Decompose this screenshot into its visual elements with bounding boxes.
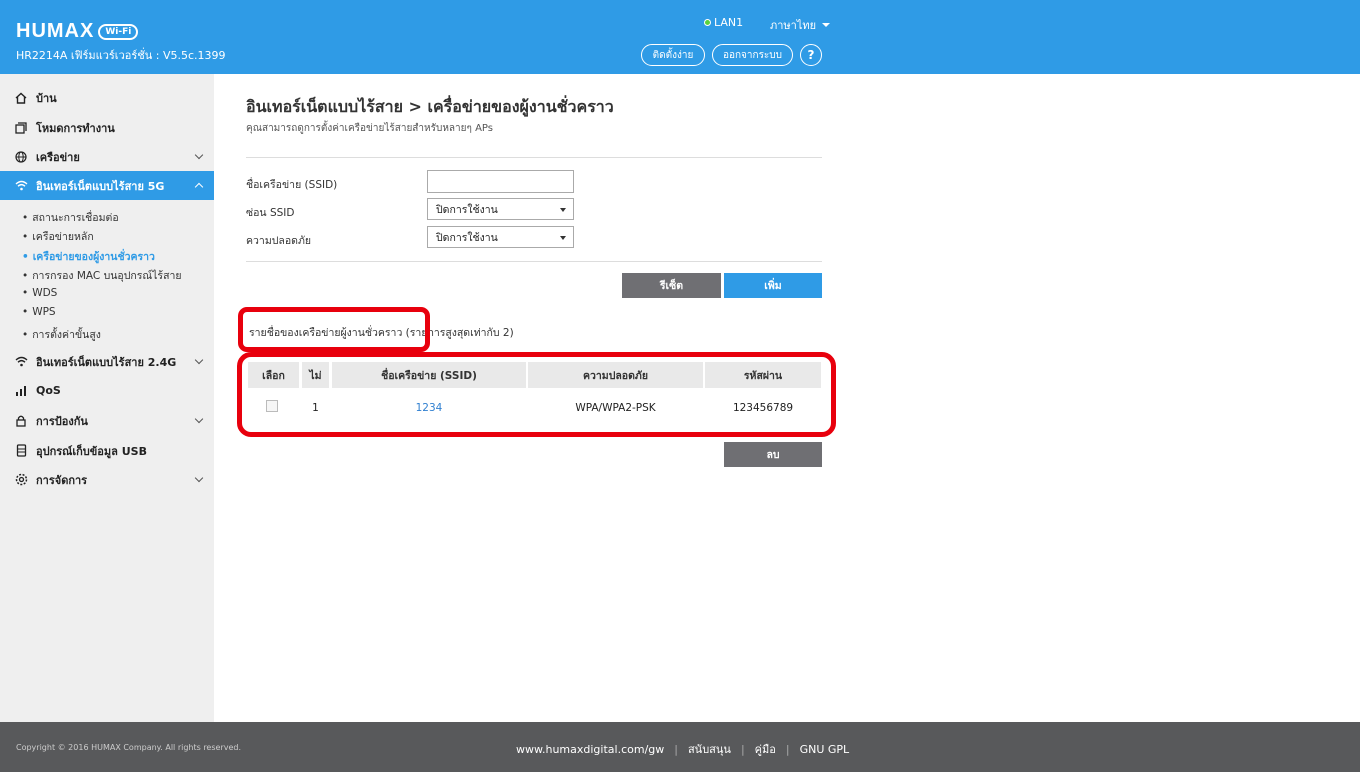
separator: | [674,742,678,756]
usb-storage-icon [14,444,28,458]
wifi-icon [14,179,28,193]
hide-ssid-label: ซ่อน SSID [246,207,295,219]
chevron-up-icon [194,182,204,192]
sub-item-wds[interactable]: WDS [22,287,57,299]
reset-button[interactable]: รีเซ็ต [622,273,721,298]
divider [246,157,822,158]
sub-item-wps[interactable]: WPS [22,306,55,318]
sidebar-item-operation-mode[interactable]: โหมดการทำงาน [0,113,214,142]
chevron-down-icon [194,355,204,365]
easy-setup-button[interactable]: ติดตั้งง่าย [641,44,705,66]
sidebar-item-label: บ้าน [36,91,57,105]
sidebar-item-network[interactable]: เครือข่าย [0,142,214,171]
sidebar: บ้าน โหมดการทำงาน เครือข่าย อินเทอร์เน็ต… [0,74,214,722]
chevron-down-icon [194,414,204,424]
lan-status-dot-icon [704,19,711,26]
sidebar-item-label: อินเทอร์เน็ตแบบไร้สาย 2.4G [36,355,177,369]
sidebar-item-label: เครือข่าย [36,150,80,164]
language-selector[interactable]: ภาษาไทย [770,16,831,34]
caret-down-icon [560,236,566,240]
hide-ssid-select[interactable]: ปิดการใช้งาน [427,198,574,220]
sub-item-advanced-settings[interactable]: การตั้งค่าขั้นสูง [22,326,101,343]
wifi-icon [14,355,28,369]
sidebar-item-label: อุปกรณ์เก็บข้อมูล USB [36,444,147,458]
highlight-box-list-title [238,307,430,352]
separator: | [785,742,790,756]
page-description: คุณสามารถดูการตั้งค่าเครือข่ายไร้สายสำหร… [246,123,493,134]
globe-icon [14,150,28,164]
caret-down-icon [822,23,831,27]
mode-icon [14,121,28,135]
lock-icon [14,414,28,428]
add-button[interactable]: เพิ่ม [724,273,822,298]
divider [246,261,822,262]
brand-name: HUMAX [16,20,95,42]
delete-button[interactable]: ลบ [724,442,822,467]
sidebar-item-label: การป้องกัน [36,414,88,428]
chevron-down-icon [194,473,204,483]
humax-logo: HUMAX Wi-Fi [16,20,139,43]
sidebar-item-home[interactable]: บ้าน [0,83,214,112]
sidebar-item-wireless-5g[interactable]: อินเทอร์เน็ตแบบไร้สาย 5G [0,171,214,200]
security-value: ปิดการใช้งาน [436,231,498,244]
chevron-down-icon [194,150,204,160]
lan-status-label: LAN1 [714,16,744,29]
help-button[interactable]: ? [800,44,822,66]
manual-link[interactable]: คู่มือ [755,740,776,758]
caret-down-icon [560,208,566,212]
highlight-box-table [237,352,836,437]
sidebar-item-label: อินเทอร์เน็ตแบบไร้สาย 5G [36,179,165,193]
ssid-label: ชื่อเครือข่าย (SSID) [246,179,338,191]
sidebar-item-label: โหมดการทำงาน [36,121,115,135]
gpl-link[interactable]: GNU GPL [800,743,850,756]
copyright-text: Copyright © 2016 HUMAX Company. All righ… [16,743,242,752]
gear-icon [14,473,28,487]
footer-links: www.humaxdigital.com/gw | สนับสนุน | คู่… [516,740,849,758]
language-label: ภาษาไทย [770,19,817,32]
sidebar-item-security[interactable]: การป้องกัน [0,406,214,435]
sidebar-item-management[interactable]: การจัดการ [0,465,214,494]
hide-ssid-value: ปิดการใช้งาน [436,203,498,216]
sub-item-connection-status[interactable]: สถานะการเชื่อมต่อ [22,209,118,226]
footer: Copyright © 2016 HUMAX Company. All righ… [0,722,1360,772]
wifi-badge: Wi-Fi [98,23,139,40]
sidebar-item-label: การจัดการ [36,473,88,487]
website-link[interactable]: www.humaxdigital.com/gw [516,743,664,756]
security-label: ความปลอดภัย [246,235,312,247]
home-icon [14,91,28,105]
firmware-version: HR2214A เฟิร์มแวร์เวอร์ชั่น : V5.5c.1399 [16,49,226,62]
page-title: อินเทอร์เน็ตแบบไร้สาย > เครื่อข่ายของผู้… [246,97,614,116]
support-link[interactable]: สนับสนุน [688,740,731,758]
logout-button[interactable]: ออกจากระบบ [712,44,793,66]
sub-item-guest-network[interactable]: เครือข่ายของผู้งานชั่วคราว [22,248,155,265]
separator: | [740,742,745,756]
top-header: HUMAX Wi-Fi HR2214A เฟิร์มแวร์เวอร์ชั่น … [0,0,1360,74]
sidebar-item-usb-storage[interactable]: อุปกรณ์เก็บข้อมูล USB [0,436,214,465]
sub-item-main-network[interactable]: เครือข่ายหลัก [22,228,94,245]
ssid-input[interactable] [427,170,574,193]
bar-chart-icon [14,384,28,398]
sidebar-item-label: QoS [36,384,61,397]
security-select[interactable]: ปิดการใช้งาน [427,226,574,248]
sidebar-item-wireless-24g[interactable]: อินเทอร์เน็ตแบบไร้สาย 2.4G [0,347,214,376]
sidebar-item-qos[interactable]: QoS [0,376,214,405]
lan-status: LAN1 [704,16,743,29]
sub-item-mac-filter[interactable]: การกรอง MAC บนอุปกรณ์ไร้สาย [22,267,181,284]
